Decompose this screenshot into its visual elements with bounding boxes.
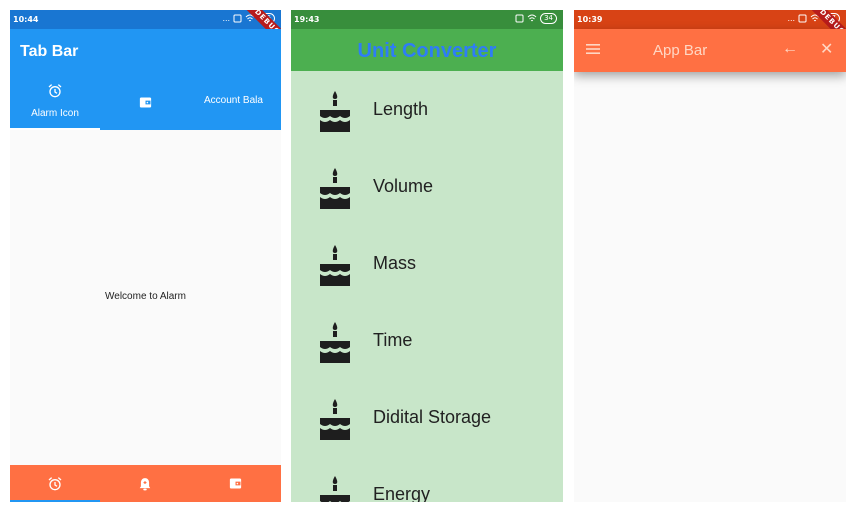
alarm-bell-icon <box>140 477 151 490</box>
list-item-label: Volume <box>373 176 434 196</box>
status-dots: ... <box>787 14 796 23</box>
status-time: 19:43 <box>294 15 320 24</box>
tab-alarm[interactable]: Alarm Icon <box>10 77 100 130</box>
list-item[interactable]: Volume <box>291 148 563 225</box>
tab-label: Alarm Icon <box>31 108 79 119</box>
tab-account-balance[interactable]: Account Bala <box>190 77 280 130</box>
page-title: Unit Converter <box>357 40 497 62</box>
list-item[interactable]: Length <box>291 71 563 148</box>
app-bar: App Bar ← ✕ <box>574 29 846 72</box>
list-item-label: Energy <box>373 484 431 502</box>
close-icon[interactable]: ✕ <box>820 39 833 59</box>
wallet-icon <box>230 478 242 489</box>
bottom-nav-indicator <box>10 500 100 502</box>
list-item[interactable]: Time <box>291 302 563 379</box>
wallet-icon <box>139 97 151 108</box>
back-arrow-icon[interactable]: ← <box>782 40 798 58</box>
app-bar: Tab Bar Alarm Icon Account Bala <box>10 29 281 130</box>
cake-icon <box>320 168 350 209</box>
list-item[interactable]: Energy <box>291 456 563 502</box>
page-title: Tab Bar <box>20 43 79 60</box>
list-item-label: Didital Storage <box>373 407 492 427</box>
sim-icon <box>233 14 242 23</box>
wifi-icon <box>527 14 537 22</box>
status-time: 10:44 <box>13 15 39 24</box>
welcome-text: Welcome to Alarm <box>105 291 186 302</box>
list-item-label: Time <box>373 330 413 350</box>
sim-icon <box>515 14 524 23</box>
battery-level: 34 <box>540 13 557 24</box>
tab-wallet[interactable] <box>100 77 190 130</box>
status-dots: ... <box>222 14 231 23</box>
status-bar: 10:44 ... 86 DEBUG <box>10 10 281 55</box>
tab-indicator <box>10 128 100 130</box>
unit-converter-screen: 19:43 34 Unit Converter Length Volume Ma… <box>291 10 563 502</box>
status-time: 10:39 <box>577 15 603 24</box>
list-item[interactable]: Didital Storage <box>291 379 563 456</box>
cake-icon <box>320 91 350 132</box>
menu-icon[interactable] <box>586 43 600 55</box>
app-bar: Unit Converter <box>291 29 563 71</box>
cake-icon <box>320 476 350 502</box>
tab-bar-screen: 10:44 ... 86 DEBUG Tab Bar Alarm Icon <box>10 10 281 502</box>
list-item-label: Length <box>373 99 429 119</box>
tab-label: Account Bala <box>204 95 263 106</box>
list-item-label: Mass <box>373 253 417 273</box>
tab-bar: Alarm Icon Account Bala <box>10 77 281 130</box>
list-item[interactable]: Mass <box>291 225 563 302</box>
page-title: App Bar <box>653 42 708 59</box>
bottom-navigation <box>10 465 281 502</box>
bottom-nav-wallet[interactable] <box>191 465 281 502</box>
cake-icon <box>320 322 350 363</box>
category-list: Length Volume Mass Time Didital Storage … <box>291 71 563 502</box>
status-bar: 19:43 34 <box>291 10 563 29</box>
status-bar: 10:39 ... 87 DEBUG <box>574 10 846 55</box>
sim-icon <box>798 14 807 23</box>
alarm-icon <box>48 476 62 490</box>
bottom-nav-alarm[interactable] <box>10 465 100 502</box>
cake-icon <box>320 399 350 440</box>
alarm-icon <box>48 84 62 98</box>
bottom-nav-alert[interactable] <box>100 465 190 502</box>
cake-icon <box>320 245 350 286</box>
app-bar-screen: 10:39 ... 87 DEBUG App Bar ← ✕ <box>574 10 846 502</box>
